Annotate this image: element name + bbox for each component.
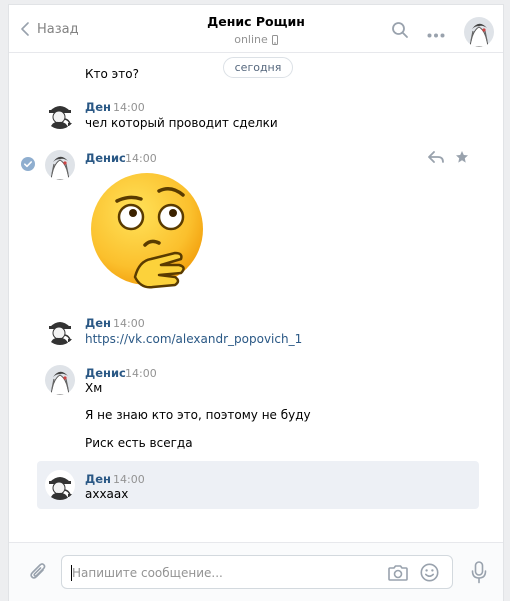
reply-icon[interactable] (428, 150, 444, 167)
avatar[interactable] (464, 17, 494, 47)
message-link[interactable]: https://vk.com/alexandr_popovich_1 (85, 332, 302, 346)
avatar[interactable] (45, 365, 75, 395)
microphone-icon[interactable] (471, 561, 487, 587)
online-status: online (234, 33, 278, 46)
message-time: 14:00 (125, 367, 157, 380)
message-time: 14:00 (125, 152, 157, 165)
message-time: 14:00 (113, 317, 145, 330)
star-icon[interactable] (455, 150, 469, 167)
message-text: Кто это? (85, 67, 139, 81)
message-input-box[interactable] (61, 555, 453, 589)
message-author[interactable]: Ден (85, 316, 111, 330)
message-input[interactable] (72, 564, 372, 582)
avatar[interactable] (45, 99, 75, 129)
message-author[interactable]: Ден (85, 100, 111, 114)
search-icon[interactable] (391, 21, 409, 42)
message-author[interactable]: Денис (85, 151, 126, 165)
message-text: Хм (85, 381, 103, 395)
message-text: ахxаах (85, 487, 129, 501)
avatar[interactable] (45, 315, 75, 345)
message-time: 14:00 (113, 101, 145, 114)
message-author[interactable]: Ден (85, 472, 111, 486)
chat-window: Назад Денис Рощин online сегодня Кто это… (8, 4, 504, 601)
thinking-face-sticker[interactable] (89, 169, 213, 296)
avatar[interactable] (45, 470, 75, 500)
check-icon (21, 157, 35, 174)
message-text: Риск есть всегда (85, 436, 193, 450)
message-time: 14:00 (113, 473, 145, 486)
more-icon[interactable] (427, 27, 445, 41)
date-divider: сегодня (223, 57, 293, 78)
camera-icon[interactable] (388, 564, 408, 584)
message-author[interactable]: Денис (85, 366, 126, 380)
message-text: Я не знаю кто это, поэтому не буду (85, 408, 311, 422)
mobile-icon (271, 34, 278, 45)
chat-header: Назад Денис Рощин online (9, 5, 503, 53)
message-composer (9, 542, 503, 601)
emoji-icon[interactable] (420, 563, 439, 585)
paperclip-icon[interactable] (29, 561, 47, 586)
message-text: чел который проводит сделки (85, 116, 278, 130)
status-text: online (234, 33, 268, 46)
avatar[interactable] (45, 150, 75, 180)
